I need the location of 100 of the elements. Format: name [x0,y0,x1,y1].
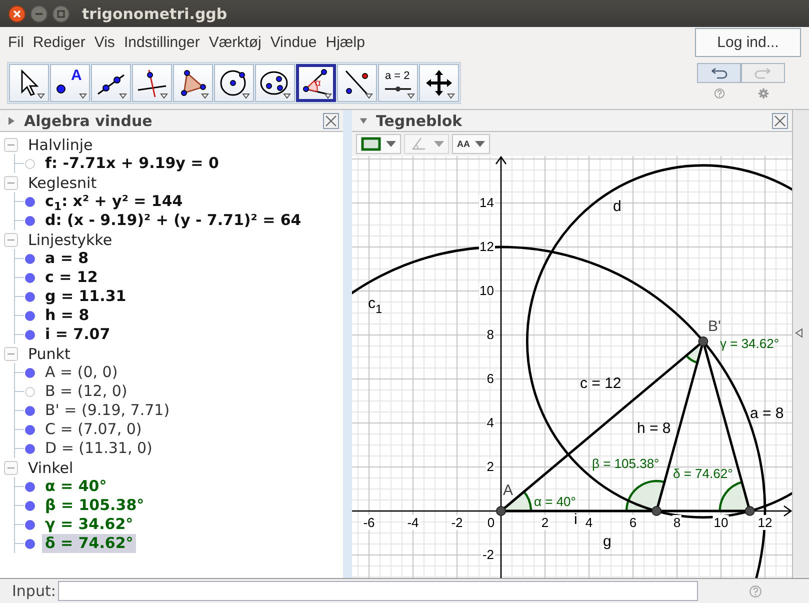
angle-value[interactable]: δ = 74.62° [42,534,136,553]
point-marker[interactable] [496,506,506,516]
visibility-dot[interactable] [25,292,35,302]
login-button[interactable]: Log ind... [695,28,801,57]
menu-item[interactable]: Hjælp [326,34,365,51]
visibility-dot[interactable] [25,538,35,548]
visibility-dot[interactable] [25,386,35,396]
axis-tick-label: 4 [584,515,594,530]
angle-label: β = 105.38° [592,456,660,472]
visibility-dot[interactable] [25,158,35,168]
panel-title: Algebra vindue [24,112,152,130]
collapse-toggle[interactable] [4,460,18,474]
graphics-canvas[interactable]: -6 -4 -2 0 2 4 6 8 10 12 14 12 10 8 6 4 2 -2 c$_{1}$ d B' γ = 34.62° c = 12 h = 8 a = 8 A α = 40° β = 105.38° δ = 74.62° i g [352,156,792,578]
tool-button[interactable] [9,64,49,102]
axis-tick-label: -2 [450,515,464,530]
maximize-icon[interactable] [52,4,70,22]
tool-button[interactable] [173,64,213,102]
menu-item[interactable]: Værktøj [208,34,262,51]
menu-item[interactable]: Vindue [270,34,317,51]
object-definition[interactable]: c$_{1}$: x² + y² = 144 [42,192,186,211]
point-definition[interactable]: B = (12, 0) [42,382,130,401]
object-label: d [613,199,622,215]
visibility-dot[interactable] [25,310,35,320]
input-field[interactable] [58,581,698,601]
point-marker[interactable] [652,506,662,516]
settings-icon[interactable] [758,88,768,99]
tool-button[interactable] [132,64,172,102]
close-icon[interactable] [772,113,788,129]
object-definition[interactable]: a = 8 [42,249,92,268]
angle-value[interactable]: γ = 34.62° [42,515,136,534]
collapse-toggle[interactable] [4,346,18,360]
object-label: h = 8 [637,421,671,437]
angle-label: δ = 74.62° [673,466,733,482]
point-definition[interactable]: A = (0, 0) [42,363,121,382]
object-definition[interactable]: f: -7.71x + 9.19y = 0 [42,154,222,173]
close-icon[interactable] [8,4,26,22]
visibility-dot[interactable] [25,444,35,454]
visibility-dot[interactable] [25,406,35,416]
tool-button[interactable] [337,64,377,102]
tool-button[interactable] [255,64,295,102]
tool-button[interactable]: a = 2 [378,64,418,102]
undo-arrow-icon [709,67,729,79]
collapse-arrow-icon[interactable] [7,116,16,126]
menu-item[interactable]: Rediger [32,34,86,51]
style-dropdown-button[interactable] [356,134,401,154]
visibility-dot[interactable] [25,424,35,434]
window-title: trigonometri.ggb [82,4,228,22]
visibility-dot[interactable] [25,330,35,340]
visibility-dot[interactable] [25,196,35,206]
expand-arrow-icon[interactable] [795,328,803,338]
menu-item[interactable]: Fil [8,34,24,51]
collapse-arrow-icon[interactable] [359,116,368,126]
menu-item[interactable]: Vis [94,34,115,51]
style-dropdown-button[interactable]: AA [452,134,490,154]
undo-button[interactable] [697,63,741,83]
close-icon[interactable] [323,113,339,129]
object-definition[interactable]: c = 12 [42,268,101,287]
collapse-toggle[interactable] [4,176,18,190]
point-definition[interactable]: B' = (9.19, 7.71) [42,401,173,420]
point-definition[interactable]: C = (7.07, 0) [42,420,145,439]
point-marker[interactable] [698,336,708,346]
point-marker[interactable] [744,506,755,516]
menu-item[interactable]: Indstillinger [124,34,200,51]
visibility-dot[interactable] [25,216,35,226]
object-label: c$_{1}$ [368,296,382,312]
collapse-toggle[interactable] [4,138,18,152]
category-label: Linjestykke [28,230,112,248]
visibility-dot[interactable] [25,520,35,530]
visibility-dot[interactable] [25,500,35,510]
axis-tick-label: 6 [628,515,638,530]
object-definition[interactable]: g = 11.31 [42,287,130,306]
tool-button[interactable] [91,64,131,102]
axis-tick-label: 6 [486,371,495,386]
axis-tick-label: 2 [486,459,495,474]
help-icon[interactable] [714,88,724,99]
tool-button[interactable] [214,64,254,102]
axis-tick-label: 0 [486,515,496,530]
caret-icon [475,141,485,147]
redo-arrow-icon [753,67,773,79]
point-definition[interactable]: D = (11.31, 0) [42,439,156,458]
visibility-dot[interactable] [25,482,35,492]
angle-value[interactable]: α = 40° [42,477,110,496]
axis-tick-label: 10 [478,283,495,298]
dropdown-triangle-icon [407,93,415,99]
object-definition[interactable]: h = 8 [42,306,92,325]
tool-button[interactable] [419,64,459,102]
object-definition[interactable]: d: (x - 9.19)² + (y - 7.71)² = 64 [42,211,304,230]
collapse-toggle[interactable] [4,232,18,246]
visibility-dot[interactable] [25,254,35,264]
dropdown-triangle-icon [79,93,87,99]
perpendicular-line-icon [136,67,168,99]
visibility-dot[interactable] [25,368,35,378]
visibility-dot[interactable] [25,272,35,282]
angle-value[interactable]: β = 105.38° [42,496,148,515]
object-definition[interactable]: i = 7.07 [42,325,114,344]
axis-tick-label: 8 [486,327,495,342]
tool-button[interactable]: α [296,64,336,102]
tool-button[interactable]: A [50,64,90,102]
point-label: A [503,483,514,499]
axis-tick-label: -6 [362,515,376,530]
